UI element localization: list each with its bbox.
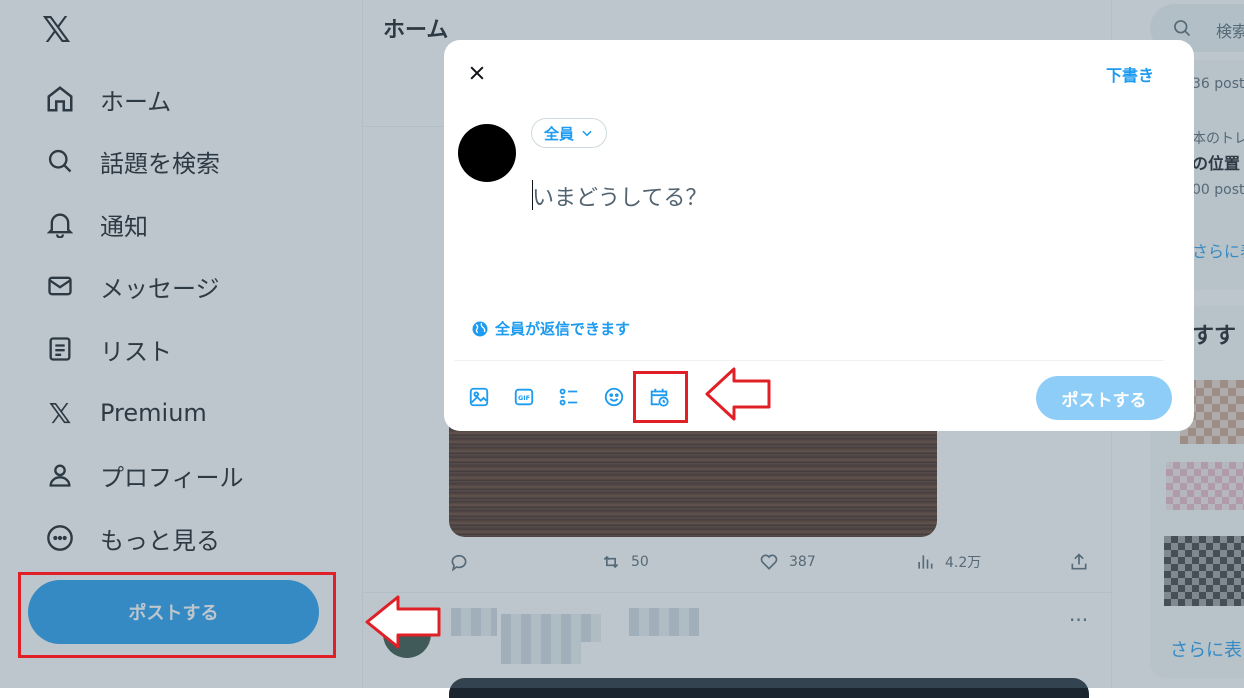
audience-label: 全員 bbox=[544, 124, 575, 143]
add-poll-button[interactable] bbox=[558, 386, 580, 408]
highlight-box bbox=[633, 371, 688, 423]
close-button[interactable] bbox=[460, 56, 494, 90]
arrow-left-icon bbox=[365, 595, 441, 649]
highlight-box bbox=[18, 572, 336, 658]
submit-post-button[interactable]: ポストする bbox=[1036, 376, 1172, 420]
image-icon bbox=[469, 387, 489, 407]
reply-setting-button[interactable]: 全員が返信できます bbox=[471, 318, 630, 339]
add-image-button[interactable] bbox=[468, 386, 490, 408]
compose-textarea[interactable]: いまどうしてる？ bbox=[532, 180, 707, 212]
audience-selector[interactable]: 全員 bbox=[531, 118, 608, 148]
divider bbox=[454, 360, 1164, 361]
arrow-left-icon bbox=[705, 367, 771, 421]
svg-text:GIF: GIF bbox=[518, 394, 530, 402]
poll-icon bbox=[559, 388, 578, 406]
globe-icon bbox=[472, 321, 488, 336]
add-gif-button[interactable]: GIF bbox=[513, 386, 535, 408]
compose-dialog: 下書き 全員 いまどうしてる？ 全員が返信できます GIF ポストする bbox=[444, 40, 1194, 431]
chevron-down-icon bbox=[582, 130, 592, 137]
add-emoji-button[interactable] bbox=[603, 386, 625, 408]
drafts-button[interactable]: 下書き bbox=[1106, 62, 1154, 86]
avatar[interactable] bbox=[458, 124, 516, 182]
emoji-icon bbox=[604, 387, 624, 407]
text-caret bbox=[532, 180, 533, 210]
close-icon bbox=[470, 66, 484, 80]
reply-setting-label: 全員が返信できます bbox=[495, 320, 631, 338]
gif-icon: GIF bbox=[514, 388, 534, 406]
